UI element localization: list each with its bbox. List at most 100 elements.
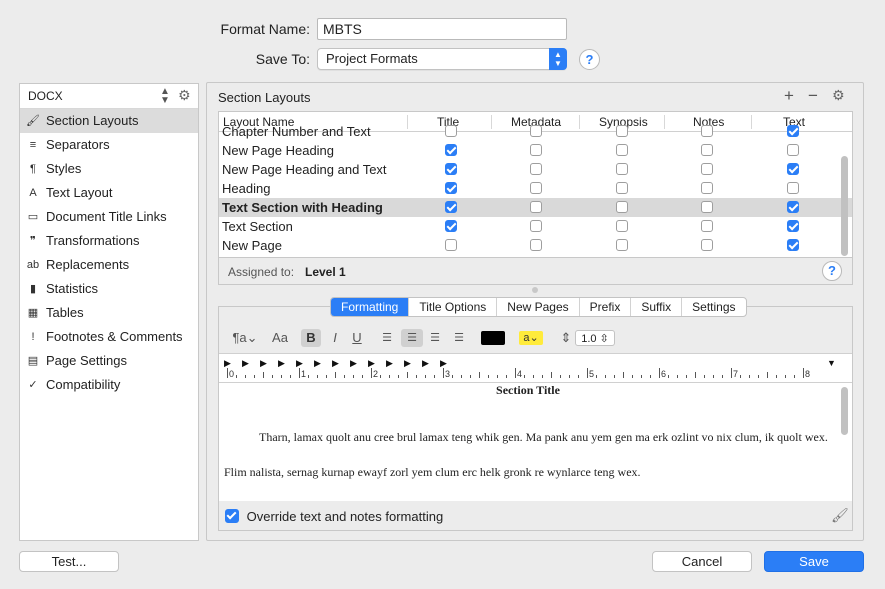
override-option[interactable]: Override text and notes formatting xyxy=(225,507,443,524)
highlight-color-well[interactable]: a⌄ xyxy=(519,331,543,345)
table-row[interactable]: Text Section with Heading xyxy=(219,198,852,217)
sidebar-item-tables[interactable]: ▦ Tables xyxy=(20,301,198,325)
format-name-input[interactable]: MBTS xyxy=(317,18,567,40)
format-type-selector[interactable]: DOCX ▲ ▼ ⚙ xyxy=(20,84,198,109)
sidebar-item-separators[interactable]: ≡ Separators xyxy=(20,133,198,157)
synopsis-checkbox[interactable] xyxy=(616,125,628,137)
italic-button[interactable]: I xyxy=(327,329,343,347)
align-justify-icon[interactable]: ☰ xyxy=(451,329,467,347)
tab-new-pages[interactable]: New Pages xyxy=(497,298,580,316)
gear-icon[interactable]: ⚙ xyxy=(178,87,191,104)
notes-checkbox[interactable] xyxy=(701,125,713,137)
tab-stop-icon[interactable]: ▶ xyxy=(260,358,267,369)
tab-title-options[interactable]: Title Options xyxy=(409,298,498,316)
bold-button[interactable]: B xyxy=(301,329,321,347)
line-spacing-stepper[interactable]: 1.0 ⇳ xyxy=(575,330,615,346)
synopsis-checkbox[interactable] xyxy=(616,144,628,156)
metadata-checkbox[interactable] xyxy=(530,125,542,137)
test-button[interactable]: Test... xyxy=(19,551,119,572)
align-right-icon[interactable]: ☰ xyxy=(427,329,443,347)
sidebar-item-footnotes-comments[interactable]: ! Footnotes & Comments xyxy=(20,325,198,349)
notes-checkbox[interactable] xyxy=(701,182,713,194)
sidebar-item-compatibility[interactable]: ✓ Compatibility xyxy=(20,373,198,397)
tab-stop-icon[interactable]: ▶ xyxy=(386,358,393,369)
tab-stop-icon[interactable]: ▶ xyxy=(296,358,303,369)
tab-stop-icon[interactable]: ▶ xyxy=(332,358,339,369)
sidebar-item-page-settings[interactable]: ▤ Page Settings xyxy=(20,349,198,373)
sidebar-item-transformations[interactable]: ❞ Transformations xyxy=(20,229,198,253)
title-checkbox[interactable] xyxy=(445,239,457,251)
add-icon[interactable]: + xyxy=(784,86,794,106)
text-checkbox[interactable] xyxy=(787,220,799,232)
metadata-checkbox[interactable] xyxy=(530,201,542,213)
title-checkbox[interactable] xyxy=(445,144,457,156)
ruler[interactable]: 0 1 2 3 4 5 6 7 8 ▶ ▶ ▶ ▶ ▶ ▶ ▶ ▶ ▶ ▶ ▶ ▶ ▶ ▼ xyxy=(219,353,852,383)
tab-stop-icon[interactable]: ▶ xyxy=(440,358,447,369)
align-center-icon[interactable]: ☰ xyxy=(401,329,423,347)
underline-button[interactable]: U xyxy=(349,329,365,347)
right-margin-icon[interactable]: ▼ xyxy=(827,358,836,368)
paragraph-style-icon[interactable]: ¶a⌄ xyxy=(231,329,259,347)
table-row[interactable]: New Page xyxy=(219,236,852,255)
sidebar-item-styles[interactable]: ¶ Styles xyxy=(20,157,198,181)
text-checkbox[interactable] xyxy=(787,163,799,175)
font-icon[interactable]: Aa xyxy=(269,329,291,347)
synopsis-checkbox[interactable] xyxy=(616,163,628,175)
notes-checkbox[interactable] xyxy=(701,201,713,213)
sidebar-item-text-layout[interactable]: A Text Layout xyxy=(20,181,198,205)
save-button[interactable]: Save xyxy=(764,551,864,572)
table-row[interactable]: New Page Heading xyxy=(219,141,852,160)
tab-stop-icon[interactable]: ▶ xyxy=(368,358,375,369)
tab-stop-icon[interactable]: ▶ xyxy=(224,358,231,369)
table-scrollbar[interactable] xyxy=(841,156,848,256)
text-checkbox[interactable] xyxy=(787,239,799,251)
table-row[interactable]: Heading xyxy=(219,179,852,198)
tab-suffix[interactable]: Suffix xyxy=(631,298,683,316)
synopsis-checkbox[interactable] xyxy=(616,201,628,213)
synopsis-checkbox[interactable] xyxy=(616,239,628,251)
text-checkbox[interactable] xyxy=(787,201,799,213)
notes-checkbox[interactable] xyxy=(701,220,713,232)
title-checkbox[interactable] xyxy=(445,220,457,232)
sidebar-item-document-title-links[interactable]: ▭ Document Title Links xyxy=(20,205,198,229)
tab-formatting[interactable]: Formatting xyxy=(331,298,410,316)
save-to-popup[interactable]: Project Formats ▲ ▼ xyxy=(317,48,567,70)
gear-icon[interactable]: ⚙ xyxy=(832,87,845,104)
remove-icon[interactable]: − xyxy=(808,86,818,106)
tab-stop-icon[interactable]: ▶ xyxy=(242,358,249,369)
text-checkbox[interactable] xyxy=(787,125,799,137)
paintbrush-icon[interactable]: 🖌 xyxy=(831,507,849,524)
synopsis-checkbox[interactable] xyxy=(616,220,628,232)
table-row[interactable]: Text Section xyxy=(219,217,852,236)
help-button[interactable]: ? xyxy=(579,49,600,70)
override-checkbox[interactable] xyxy=(225,509,239,523)
metadata-checkbox[interactable] xyxy=(530,182,542,194)
metadata-checkbox[interactable] xyxy=(530,220,542,232)
notes-checkbox[interactable] xyxy=(701,144,713,156)
split-handle[interactable] xyxy=(532,287,538,293)
tab-stop-icon[interactable]: ▶ xyxy=(422,358,429,369)
table-row[interactable]: New Page Heading and Text xyxy=(219,160,852,179)
align-left-icon[interactable]: ☰ xyxy=(379,329,395,347)
metadata-checkbox[interactable] xyxy=(530,239,542,251)
notes-checkbox[interactable] xyxy=(701,239,713,251)
tab-stop-icon[interactable]: ▶ xyxy=(278,358,285,369)
preview-document[interactable]: Section Title Tharn, lamax quolt anu cre… xyxy=(219,383,852,501)
chevron-updown-icon[interactable]: ▲ ▼ xyxy=(160,87,170,106)
cancel-button[interactable]: Cancel xyxy=(652,551,752,572)
text-checkbox[interactable] xyxy=(787,182,799,194)
table-row[interactable]: Chapter Number and Text xyxy=(219,122,852,141)
tab-prefix[interactable]: Prefix xyxy=(580,298,632,316)
sidebar-item-statistics[interactable]: ▮ Statistics xyxy=(20,277,198,301)
preview-scrollbar[interactable] xyxy=(841,387,848,435)
synopsis-checkbox[interactable] xyxy=(616,182,628,194)
text-color-well[interactable] xyxy=(481,331,505,345)
title-checkbox[interactable] xyxy=(445,125,457,137)
title-checkbox[interactable] xyxy=(445,201,457,213)
sidebar-item-section-layouts[interactable]: 🖌 Section Layouts xyxy=(20,109,198,133)
text-checkbox[interactable] xyxy=(787,144,799,156)
help-button[interactable]: ? xyxy=(822,261,842,281)
title-checkbox[interactable] xyxy=(445,182,457,194)
tab-stop-icon[interactable]: ▶ xyxy=(404,358,411,369)
notes-checkbox[interactable] xyxy=(701,163,713,175)
